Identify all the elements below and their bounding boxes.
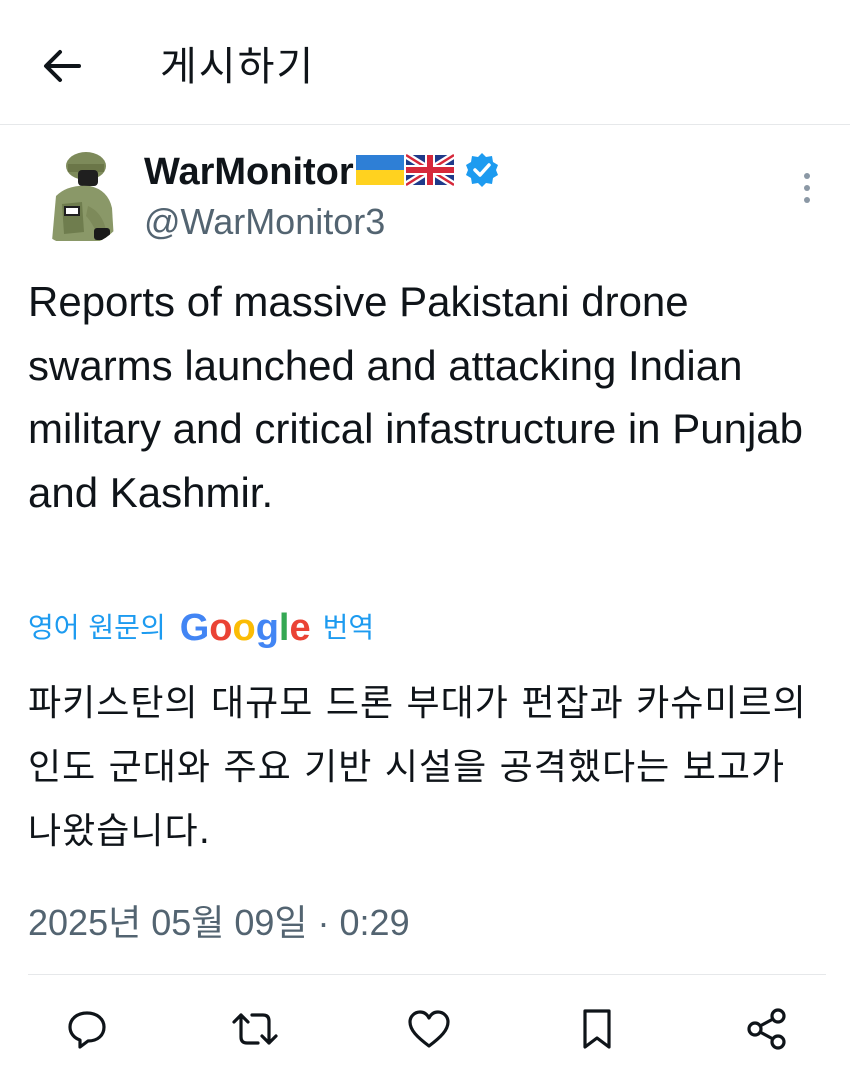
reply-icon xyxy=(68,1011,106,1049)
verified-badge-icon xyxy=(464,152,500,192)
repost-button[interactable] xyxy=(230,1004,280,1054)
heart-icon xyxy=(408,1010,450,1048)
bookmark-icon xyxy=(583,1009,611,1049)
bookmark-button[interactable] xyxy=(572,1004,622,1054)
avatar[interactable] xyxy=(28,146,128,246)
top-bar: 게시하기 xyxy=(0,0,850,125)
like-button[interactable] xyxy=(404,1004,454,1054)
post-timestamp[interactable]: 2025년 05월 09일 · 0:29 xyxy=(28,898,410,948)
translated-post-text: 파키스탄의 대규모 드론 부대가 펀잡과 카슈미르의 인도 군대와 주요 기반 … xyxy=(28,683,807,852)
arrow-left-icon xyxy=(44,50,81,82)
translation-prefix: 영어 원문의 xyxy=(28,611,166,644)
ukraine-flag-icon xyxy=(355,153,404,191)
uk-flag-icon xyxy=(403,152,456,191)
author-display-name: WarMonitor xyxy=(144,151,354,193)
divider xyxy=(28,974,826,975)
soldier-avatar-icon xyxy=(28,146,128,246)
google-logo: Google xyxy=(179,607,311,649)
share-icon xyxy=(747,1008,786,1050)
author-handle[interactable]: @WarMonitor3 xyxy=(144,200,385,244)
share-button[interactable] xyxy=(742,1004,792,1054)
page-title: 게시하기 xyxy=(160,44,316,90)
author-name-row[interactable]: WarMonitor xyxy=(144,148,500,196)
back-button[interactable] xyxy=(40,44,84,88)
repost-icon xyxy=(232,1013,278,1045)
translation-suffix: 번역 xyxy=(322,611,375,644)
more-vertical-icon xyxy=(804,173,810,203)
more-options-button[interactable] xyxy=(790,168,824,208)
post-text: Reports of massive Pakistani drone swarm… xyxy=(28,278,803,516)
reply-button[interactable] xyxy=(62,1004,112,1054)
translation-attribution[interactable]: 영어 원문의 Google 번역 xyxy=(28,604,374,652)
